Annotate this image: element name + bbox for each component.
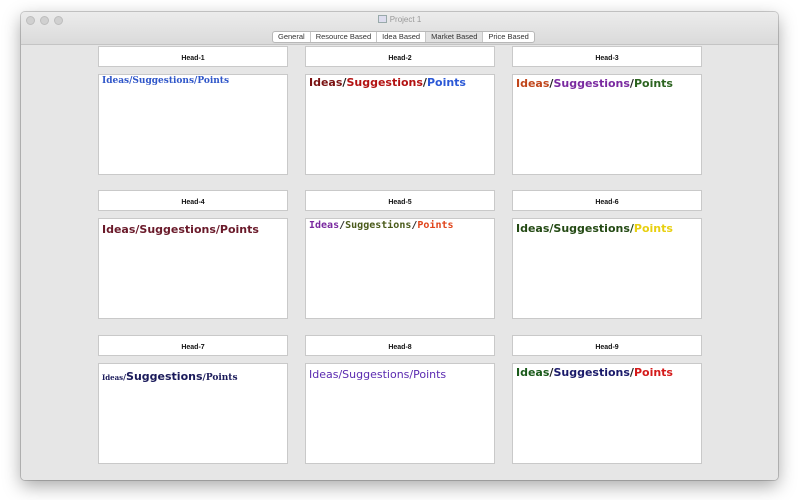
head-label-5: Head-5: [388, 199, 412, 206]
idea-box-6[interactable]: Ideas/Suggestions/Points: [512, 218, 702, 319]
idea-text-1: Ideas/Suggestions/Points: [102, 76, 284, 86]
idea-text-9: Ideas/Suggestions/Points: [516, 365, 698, 379]
head-field-8[interactable]: Head-8: [305, 335, 495, 356]
window-title-text: Project 1: [389, 15, 422, 24]
tab-resource-based[interactable]: Resource Based: [311, 32, 378, 42]
head-field-7[interactable]: Head-7: [98, 335, 288, 356]
idea-text-3: Ideas/Suggestions/Points: [516, 76, 698, 90]
content-area: Head-1 Ideas/Suggestions/Points Head-2 I…: [21, 45, 778, 480]
idea-box-1[interactable]: Ideas/Suggestions/Points: [98, 74, 288, 175]
title-bar: Project 1 General Resource Based Idea Ba…: [21, 12, 778, 45]
head-field-9[interactable]: Head-9: [512, 335, 702, 356]
tab-segmented-control: General Resource Based Idea Based Market…: [272, 31, 535, 43]
idea-text-4: Ideas/Suggestions/Points: [102, 220, 284, 236]
idea-part: Ideas: [309, 220, 340, 231]
idea-part: Ideas: [309, 76, 343, 89]
head-field-4[interactable]: Head-4: [98, 190, 288, 211]
idea-part: Ideas/Suggestions/Points: [102, 76, 230, 86]
tab-market-based[interactable]: Market Based: [426, 32, 484, 42]
head-field-6[interactable]: Head-6: [512, 190, 702, 211]
head-label-3: Head-3: [595, 55, 619, 62]
head-label-7: Head-7: [181, 344, 205, 351]
idea-text-6: Ideas/Suggestions/Points: [516, 220, 698, 235]
head-label-1: Head-1: [181, 55, 205, 62]
app-window: Project 1 General Resource Based Idea Ba…: [21, 12, 778, 480]
tab-general[interactable]: General: [273, 32, 311, 42]
head-label-2: Head-2: [388, 55, 412, 62]
tab-price-based[interactable]: Price Based: [483, 32, 533, 42]
tab-idea-based[interactable]: Idea Based: [377, 32, 427, 42]
idea-box-4[interactable]: Ideas/Suggestions/Points: [98, 218, 288, 319]
idea-part: Points: [633, 77, 673, 90]
head-field-1[interactable]: Head-1: [98, 46, 288, 67]
head-field-5[interactable]: Head-5: [305, 190, 495, 211]
idea-box-7[interactable]: Ideas/Suggestions/Points: [98, 363, 288, 464]
head-label-9: Head-9: [595, 344, 619, 351]
idea-part: Suggestions: [553, 77, 630, 90]
head-field-2[interactable]: Head-2: [305, 46, 495, 67]
idea-box-9[interactable]: Ideas/Suggestions/Points: [512, 363, 702, 464]
idea-part: Ideas: [516, 77, 550, 90]
head-label-4: Head-4: [181, 199, 205, 206]
idea-part: Points: [426, 76, 466, 89]
head-field-3[interactable]: Head-3: [512, 46, 702, 67]
idea-part: Ideas/Suggestions/Points: [102, 223, 259, 236]
document-icon: [377, 15, 387, 23]
idea-part: Points: [633, 366, 673, 379]
window-title: Project 1: [21, 15, 778, 24]
idea-part: Suggestions: [126, 370, 203, 383]
idea-text-8: Ideas/Suggestions/Points: [309, 365, 491, 381]
idea-part: Ideas/Suggestions/: [516, 222, 634, 235]
idea-part: Points: [205, 373, 238, 383]
idea-box-5[interactable]: Ideas/Suggestions/Points: [305, 218, 495, 319]
idea-box-3[interactable]: Ideas/Suggestions/Points: [512, 74, 702, 175]
head-label-8: Head-8: [388, 344, 412, 351]
idea-part: Ideas: [516, 366, 550, 379]
head-label-6: Head-6: [595, 199, 619, 206]
idea-text-7: Ideas/Suggestions/Points: [102, 365, 284, 384]
idea-box-8[interactable]: Ideas/Suggestions/Points: [305, 363, 495, 464]
idea-part: Suggestions: [346, 76, 423, 89]
idea-part: Ideas/Suggestions/Points: [309, 368, 447, 381]
idea-part: Points: [633, 222, 673, 235]
idea-part: Suggestions: [553, 366, 630, 379]
idea-part: Points: [417, 220, 454, 231]
idea-box-2[interactable]: Ideas/Suggestions/Points: [305, 74, 495, 175]
idea-part: Ideas: [102, 373, 124, 382]
idea-text-2: Ideas/Suggestions/Points: [309, 76, 491, 89]
idea-part: Suggestions: [345, 220, 412, 231]
idea-text-5: Ideas/Suggestions/Points: [309, 220, 491, 231]
